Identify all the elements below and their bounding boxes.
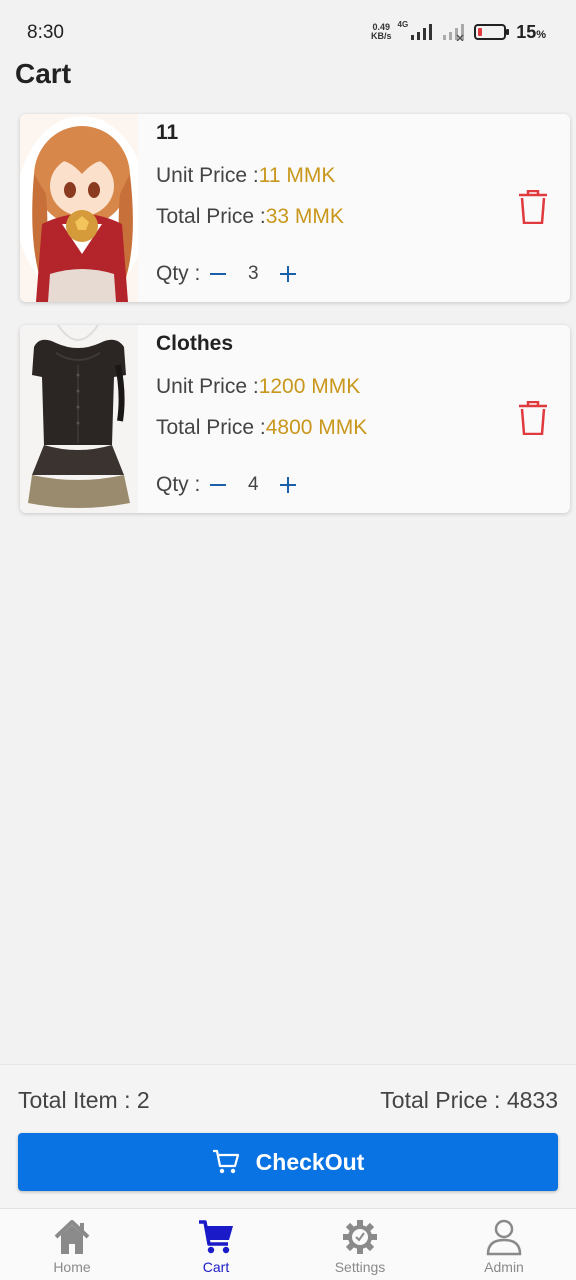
qty-label: Qty : bbox=[156, 473, 201, 496]
qty-label: Qty : bbox=[156, 262, 201, 285]
status-time: 8:30 bbox=[27, 22, 64, 43]
clothes-image bbox=[20, 325, 138, 513]
bottom-nav: Home Cart Settings Admin bbox=[0, 1208, 576, 1280]
gear-icon bbox=[343, 1220, 377, 1254]
page-title: Cart bbox=[15, 58, 72, 89]
battery-percent: 15% bbox=[516, 22, 546, 43]
item-name: 11 bbox=[156, 121, 179, 144]
home-icon bbox=[54, 1220, 90, 1254]
delete-item-button[interactable] bbox=[518, 400, 548, 436]
nav-admin[interactable]: Admin bbox=[432, 1209, 576, 1280]
cart-summary: Total Item : 2 Total Price : 4833 CheckO… bbox=[0, 1064, 576, 1208]
battery-percent-value: 15 bbox=[516, 21, 537, 42]
minus-icon bbox=[210, 273, 227, 275]
cart-item-details: Clothes Unit Price :1200 MMK Total Price… bbox=[156, 325, 570, 513]
cart-total-price: Total Price : 4833 bbox=[380, 1087, 558, 1113]
total-price: Total Price :33 MMK bbox=[156, 205, 344, 229]
total-item-count: Total Item : 2 bbox=[18, 1087, 150, 1113]
network-speed: 0.49 KB/s bbox=[371, 23, 392, 41]
product-image bbox=[20, 325, 138, 513]
cart-item-card: Clothes Unit Price :1200 MMK Total Price… bbox=[20, 325, 570, 513]
trash-icon bbox=[519, 400, 547, 436]
nav-settings[interactable]: Settings bbox=[288, 1209, 432, 1280]
plus-icon bbox=[280, 266, 297, 282]
increase-qty-button[interactable] bbox=[272, 260, 304, 288]
total-price-value: 4800 MMK bbox=[265, 416, 368, 439]
cart-icon bbox=[212, 1149, 239, 1174]
signal-no-service-icon bbox=[443, 24, 465, 41]
qty-value: 4 bbox=[248, 474, 259, 495]
increase-qty-button[interactable] bbox=[272, 471, 304, 499]
delete-item-button[interactable] bbox=[518, 189, 548, 225]
unit-price-value: 11 MMK bbox=[258, 164, 336, 187]
battery-icon bbox=[474, 24, 510, 40]
decrease-qty-button[interactable] bbox=[202, 260, 234, 288]
nav-admin-label: Admin bbox=[484, 1259, 524, 1275]
item-name: Clothes bbox=[156, 332, 234, 355]
status-bar: 8:30 0.49 KB/s 4G 15% bbox=[0, 0, 576, 64]
nav-home[interactable]: Home bbox=[0, 1209, 144, 1280]
quantity-stepper: Qty : 4 bbox=[156, 471, 304, 499]
user-icon bbox=[486, 1219, 522, 1256]
unit-price: Unit Price :11 MMK bbox=[156, 164, 335, 188]
checkout-label: CheckOut bbox=[255, 1148, 365, 1175]
cart-icon bbox=[199, 1220, 233, 1254]
cart-item-details: 11 Unit Price :11 MMK Total Price :33 MM… bbox=[156, 114, 570, 302]
unit-price-value: 1200 MMK bbox=[258, 375, 361, 398]
plus-icon bbox=[280, 477, 297, 493]
product-image bbox=[20, 114, 138, 302]
minus-icon bbox=[210, 484, 227, 486]
total-price-label: Total Price : bbox=[156, 205, 266, 228]
nav-settings-label: Settings bbox=[334, 1259, 386, 1275]
anime-girl-image bbox=[20, 114, 138, 302]
checkout-button[interactable]: CheckOut bbox=[18, 1133, 558, 1191]
cart-item-card: 11 Unit Price :11 MMK Total Price :33 MM… bbox=[20, 114, 570, 302]
quantity-stepper: Qty : 3 bbox=[156, 260, 304, 288]
unit-price-label: Unit Price : bbox=[156, 164, 259, 187]
battery-percent-sign: % bbox=[536, 28, 546, 41]
qty-value: 3 bbox=[248, 263, 259, 284]
nav-home-label: Home bbox=[53, 1259, 91, 1275]
nav-cart-label: Cart bbox=[202, 1259, 230, 1275]
signal-icon bbox=[411, 24, 433, 40]
unit-price-label: Unit Price : bbox=[156, 375, 259, 398]
total-price-value: 33 MMK bbox=[265, 205, 344, 228]
trash-icon bbox=[519, 189, 547, 225]
decrease-qty-button[interactable] bbox=[202, 471, 234, 499]
total-price-label: Total Price : bbox=[156, 416, 266, 439]
nav-cart[interactable]: Cart bbox=[144, 1209, 288, 1280]
network-type: 4G bbox=[397, 20, 409, 29]
unit-price: Unit Price :1200 MMK bbox=[156, 375, 360, 399]
network-speed-unit: KB/s bbox=[371, 31, 392, 41]
status-indicators: 0.49 KB/s 4G 15% bbox=[371, 20, 546, 44]
total-price: Total Price :4800 MMK bbox=[156, 416, 367, 440]
